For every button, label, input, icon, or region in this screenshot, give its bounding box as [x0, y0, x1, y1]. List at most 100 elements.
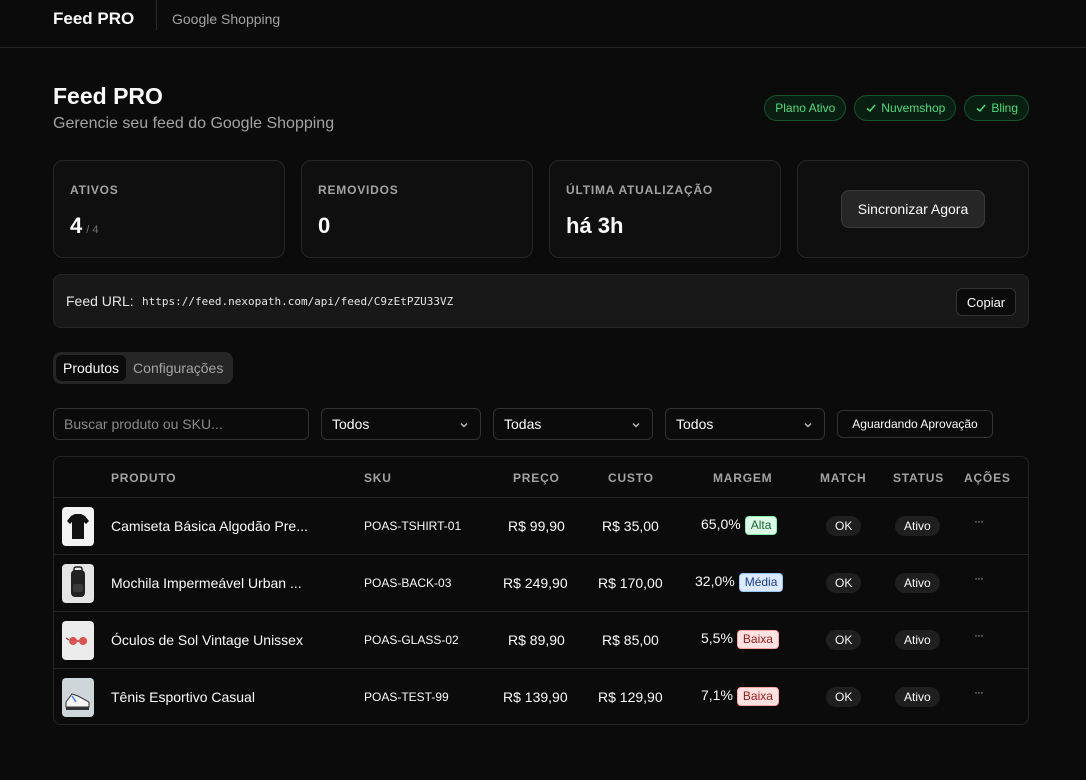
- nav-google-shopping[interactable]: Google Shopping: [172, 11, 280, 27]
- table-header: PRODUTO SKU PREÇO CUSTO MARGEM MATCH STA…: [54, 457, 1028, 498]
- updated-stat-card: ÚLTIMA ATUALIZAÇÃO há 3h: [549, 160, 781, 258]
- more-actions-icon[interactable]: ···: [974, 628, 984, 642]
- brand-logo[interactable]: Feed PRO: [53, 9, 134, 29]
- sync-now-button[interactable]: Sincronizar Agora: [841, 190, 985, 228]
- feed-url-label: Feed URL:: [66, 293, 134, 309]
- page-subtitle: Gerencie seu feed do Google Shopping: [53, 115, 335, 132]
- select-value: Todos: [332, 416, 370, 432]
- match-pill: OK: [826, 573, 862, 593]
- product-sku: POAS-TSHIRT-01: [364, 519, 462, 533]
- stat-value: 4/ 4: [70, 213, 98, 239]
- nuvemshop-badge: Nuvemshop: [854, 95, 957, 121]
- table-row[interactable]: Camiseta Básica Algodão Pre... POAS-TSHI…: [54, 498, 1028, 555]
- feed-url-box: Feed URL: https://feed.nexopath.com/api/…: [53, 274, 1029, 328]
- awaiting-approval-button[interactable]: Aguardando Aprovação: [837, 410, 993, 438]
- status-badge: Ativo: [895, 687, 940, 707]
- product-sku: POAS-GLASS-02: [364, 633, 459, 647]
- tshirt-icon: [67, 514, 89, 539]
- top-bar: Feed PRO Google Shopping: [0, 0, 1086, 48]
- chevron-down-icon: [632, 423, 640, 428]
- product-margin: 32,0% Média: [695, 573, 784, 592]
- tab-produtos[interactable]: Produtos: [56, 355, 127, 381]
- header-actions: AÇÕES: [964, 471, 1011, 485]
- badge-label: Plano Ativo: [775, 101, 836, 115]
- header-margin[interactable]: MARGEM: [713, 471, 772, 485]
- product-name[interactable]: Mochila Impermeável Urban ...: [111, 575, 302, 591]
- stat-value: há 3h: [566, 213, 624, 238]
- margin-tag: Média: [738, 573, 784, 592]
- stat-label: REMOVIDOS: [318, 183, 399, 197]
- more-actions-icon[interactable]: ···: [974, 514, 984, 528]
- margin-value: 7,1%: [701, 687, 733, 703]
- product-price: R$ 139,90: [503, 689, 568, 705]
- table-row[interactable]: Óculos de Sol Vintage Unissex POAS-GLASS…: [54, 612, 1028, 669]
- header-match: MATCH: [820, 471, 867, 485]
- badge-label: Nuvemshop: [881, 101, 946, 115]
- check-icon: [866, 104, 876, 113]
- margin-tag: Baixa: [736, 687, 779, 706]
- divider: [156, 0, 157, 30]
- product-sku: POAS-TEST-99: [364, 690, 449, 704]
- margin-value: 5,5%: [701, 630, 733, 646]
- margin-tag: Baixa: [736, 630, 779, 649]
- product-price: R$ 249,90: [503, 575, 568, 591]
- more-actions-icon[interactable]: ···: [974, 571, 984, 585]
- header-sku[interactable]: SKU: [364, 471, 392, 485]
- sync-card: Sincronizar Agora: [797, 160, 1029, 258]
- margin-tag: Alta: [744, 516, 778, 535]
- header-product[interactable]: PRODUTO: [111, 471, 176, 485]
- header-cost[interactable]: CUSTO: [608, 471, 654, 485]
- margin-value: 65,0%: [701, 516, 741, 532]
- status-badge: Ativo: [895, 573, 940, 593]
- product-cost: R$ 85,00: [602, 632, 659, 648]
- product-price: R$ 99,90: [508, 518, 565, 534]
- table-row[interactable]: Mochila Impermeável Urban ... POAS-BACK-…: [54, 555, 1028, 612]
- check-icon: [976, 104, 986, 113]
- backpack-icon: [71, 566, 85, 597]
- product-cost: R$ 129,90: [598, 689, 663, 705]
- product-margin: 5,5% Baixa: [701, 630, 779, 649]
- stat-label: ÚLTIMA ATUALIZAÇÃO: [566, 183, 714, 197]
- chevron-down-icon: [460, 423, 468, 428]
- filter-select-2[interactable]: Todas: [493, 408, 653, 440]
- product-cost: R$ 35,00: [602, 518, 659, 534]
- status-badge: Ativo: [895, 516, 940, 536]
- search-input[interactable]: [53, 408, 309, 440]
- status-badges: Plano Ativo Nuvemshop Bling: [764, 95, 1029, 121]
- stat-label: ATIVOS: [70, 183, 119, 197]
- margin-value: 32,0%: [695, 573, 735, 589]
- product-name[interactable]: Camiseta Básica Algodão Pre...: [111, 518, 308, 534]
- product-thumbnail: [62, 621, 94, 660]
- badge-label: Bling: [991, 101, 1018, 115]
- active-stat-card: ATIVOS 4/ 4: [53, 160, 285, 258]
- bling-badge: Bling: [964, 95, 1029, 121]
- product-margin: 65,0% Alta: [701, 516, 778, 535]
- product-thumbnail: [62, 507, 94, 546]
- header-price[interactable]: PREÇO: [513, 471, 560, 485]
- table-row[interactable]: Tênis Esportivo Casual POAS-TEST-99 R$ 1…: [54, 669, 1028, 724]
- status-badge: Ativo: [895, 630, 940, 650]
- product-price: R$ 89,90: [508, 632, 565, 648]
- product-thumbnail: [62, 678, 94, 717]
- tab-configuracoes[interactable]: Configurações: [126, 355, 230, 381]
- match-pill: OK: [826, 687, 862, 707]
- chevron-down-icon: [804, 423, 812, 428]
- feed-url-value[interactable]: https://feed.nexopath.com/api/feed/C9zEt…: [142, 295, 453, 308]
- tab-list: Produtos Configurações: [53, 352, 233, 384]
- product-thumbnail: [62, 564, 94, 603]
- page-title: Feed PRO: [53, 83, 163, 109]
- products-table: PRODUTO SKU PREÇO CUSTO MARGEM MATCH STA…: [53, 456, 1029, 725]
- more-actions-icon[interactable]: ···: [974, 685, 984, 699]
- copy-button[interactable]: Copiar: [956, 288, 1016, 316]
- sneaker-icon: [65, 693, 90, 710]
- product-name[interactable]: Tênis Esportivo Casual: [111, 689, 255, 705]
- select-value: Todos: [676, 416, 714, 432]
- filter-select-1[interactable]: Todos: [321, 408, 481, 440]
- filter-select-3[interactable]: Todos: [665, 408, 825, 440]
- select-value: Todas: [504, 416, 542, 432]
- active-count: 4: [70, 213, 83, 238]
- product-name[interactable]: Óculos de Sol Vintage Unissex: [111, 632, 303, 648]
- sunglasses-icon: [65, 637, 87, 645]
- plan-active-badge: Plano Ativo: [764, 95, 847, 121]
- stat-value: 0: [318, 213, 331, 238]
